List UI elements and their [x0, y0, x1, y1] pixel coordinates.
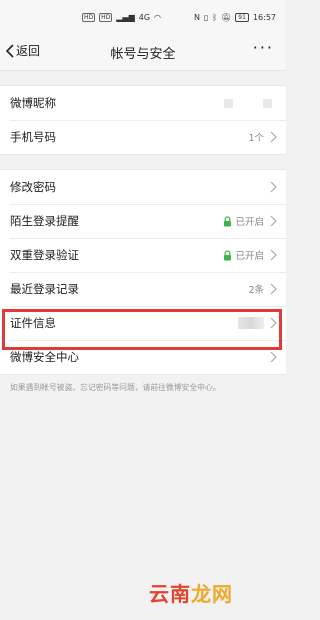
row-value: 1个 [248, 133, 264, 144]
row-label: 双重登录验证 [10, 248, 79, 262]
row-value: 2条 [248, 285, 264, 296]
row-label: 陌生登录提醒 [10, 214, 79, 228]
footnote-text: 如果遇到帐号被盗、忘记密码等问题，请前往微博安全中心。 [10, 383, 221, 392]
wifi-icon: ◠ [154, 13, 162, 22]
row-label: 最近登录记录 [10, 282, 79, 296]
chevron-right-icon [270, 249, 277, 261]
redacted-value [224, 98, 233, 108]
hd-badge: HD [82, 13, 96, 22]
mute-icon: 🔕︎ [221, 13, 232, 22]
more-options-icon[interactable]: ··· [253, 38, 274, 57]
network-type-label: 4G [138, 13, 151, 22]
row-security-center[interactable]: 微博安全中心 [0, 340, 286, 374]
lock-icon [224, 249, 232, 260]
nfc-icon: N [193, 13, 200, 22]
row-value: 已开启 [223, 248, 264, 262]
bluetooth-icon: ᛒ [212, 13, 218, 22]
row-label: 修改密码 [10, 180, 56, 194]
chevron-right-icon [270, 283, 277, 295]
row-label: 证件信息 [10, 316, 56, 330]
chevron-right-icon [270, 181, 277, 193]
row-label: 手机号码 [10, 130, 56, 144]
lock-icon [224, 215, 232, 226]
account-info-group: 微博昵称 手机号码 1个 [0, 85, 286, 155]
row-label: 微博安全中心 [10, 350, 79, 364]
vibrate-icon: ▯ [203, 13, 209, 22]
status-text: 已开启 [235, 251, 264, 262]
watermark-text: 云南 [149, 582, 191, 606]
page-title: 帐号与安全 [110, 47, 176, 62]
nav-bar: 返回 帐号与安全 ··· [0, 32, 286, 71]
row-recent-logins[interactable]: 最近登录记录 2条 [0, 272, 286, 306]
watermark-text: 龙网 [191, 582, 233, 606]
row-value: 已开启 [223, 214, 264, 228]
security-group: 修改密码 陌生登录提醒 已开启 双重登录验证 已开启 最近登录记录 2条 证件信… [0, 169, 286, 375]
status-text: 已开启 [235, 217, 264, 228]
hd-badge: HD [99, 13, 113, 22]
chevron-right-icon [270, 215, 277, 227]
row-change-password[interactable]: 修改密码 [0, 170, 286, 204]
status-bar: HD HD ▂▄▆ 4G ◠ N ▯ ᛒ 🔕︎ 91 16:57 [0, 0, 286, 32]
redacted-value [238, 317, 264, 329]
row-stranger-login-alert[interactable]: 陌生登录提醒 已开启 [0, 204, 286, 238]
row-label: 微博昵称 [10, 96, 56, 110]
chevron-right-icon [270, 317, 277, 329]
status-bar-left: HD HD ▂▄▆ 4G ◠ [82, 13, 161, 22]
battery-icon: 91 [235, 13, 249, 22]
chevron-right-icon [270, 351, 277, 363]
row-phone-number[interactable]: 手机号码 1个 [0, 120, 286, 154]
watermark-logo: 云南龙网 [149, 578, 233, 607]
row-id-info[interactable]: 证件信息 [0, 306, 286, 340]
row-two-factor-auth[interactable]: 双重登录验证 已开启 [0, 238, 286, 272]
status-bar-right: N ▯ ᛒ 🔕︎ 91 16:57 [194, 13, 276, 22]
chevron-right-icon [270, 131, 277, 143]
row-nickname[interactable]: 微博昵称 [0, 86, 286, 120]
redacted-value [263, 98, 272, 108]
signal-icon: ▂▄▆ [116, 13, 135, 22]
status-time: 16:57 [252, 13, 276, 22]
